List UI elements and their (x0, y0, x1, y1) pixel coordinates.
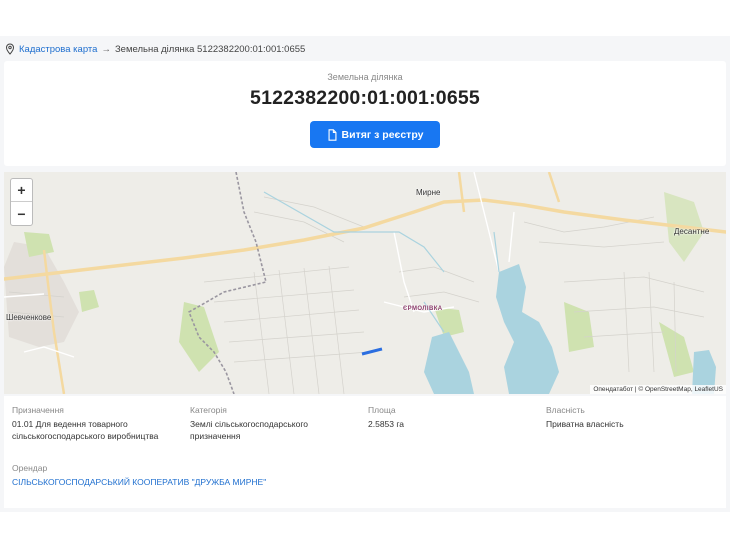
category-label: Категорія (190, 405, 227, 415)
map-attribution: Опендатабот | © OpenStreetMap, LeafletUS (590, 385, 726, 394)
breadcrumb-current: Земельна ділянка 5122382200:01:001:0655 (114, 43, 306, 55)
purpose-field: Призначення 01.01 Для ведення товарного … (12, 405, 182, 442)
parcel-subtitle: Земельна ділянка (327, 72, 403, 82)
purpose-value-line2: сільськогосподарського виробництва (12, 431, 159, 441)
area-label: Площа (368, 405, 396, 415)
parcel-header-card: Земельна ділянка 5122382200:01:001:0655 … (4, 61, 726, 166)
zoom-in-button[interactable]: + (11, 179, 32, 202)
registry-extract-button[interactable]: Витяг з реєстру (310, 121, 440, 148)
category-value-line1: Землі сільськогосподарського (190, 419, 308, 429)
ownership-value: Приватна власність (546, 419, 624, 429)
cadastral-map[interactable]: + − Мирне Десантне Шевченкове ЄРМОЛІВКА … (4, 172, 726, 394)
map-label-shevchenkove: Шевченкове (6, 313, 52, 322)
zoom-controls: + − (10, 178, 33, 226)
ownership-label: Власність (546, 405, 585, 415)
page-container: Кадастрова карта → Земельна ділянка 5122… (0, 36, 730, 512)
map-pin-icon (5, 43, 15, 55)
map-label-mirne: Мирне (416, 188, 441, 197)
purpose-value-line1: 01.01 Для ведення товарного (12, 419, 128, 429)
map-label-desantne: Десантне (674, 227, 710, 236)
map-label-yermolivka: ЄРМОЛІВКА (403, 306, 443, 312)
tenant-field: Орендар СІЛЬСЬКОГОСПОДАРСЬКИЙ КООПЕРАТИВ… (12, 463, 412, 488)
category-value-line2: призначення (190, 431, 241, 441)
map-tiles (4, 172, 726, 394)
breadcrumb: Кадастрова карта → Земельна ділянка 5122… (4, 40, 305, 58)
tenant-label: Орендар (12, 463, 48, 473)
tenant-link[interactable]: СІЛЬСЬКОГОСПОДАРСЬКИЙ КООПЕРАТИВ "ДРУЖБА… (12, 476, 412, 488)
breadcrumb-cadastral-map-link[interactable]: Кадастрова карта (19, 44, 97, 55)
parcel-details: Призначення 01.01 Для ведення товарного … (4, 396, 726, 508)
ownership-field: Власність Приватна власність (546, 405, 716, 430)
area-value: 2.5853 га (368, 419, 405, 429)
breadcrumb-arrow: → (101, 43, 111, 55)
registry-extract-label: Витяг з реєстру (341, 128, 424, 141)
category-field: Категорія Землі сільськогосподарського п… (190, 405, 360, 442)
zoom-out-button[interactable]: − (11, 202, 32, 225)
purpose-label: Призначення (12, 405, 64, 415)
document-icon (328, 128, 337, 141)
area-field: Площа 2.5853 га (368, 405, 538, 430)
cadastral-number: 5122382200:01:001:0655 (250, 87, 480, 109)
